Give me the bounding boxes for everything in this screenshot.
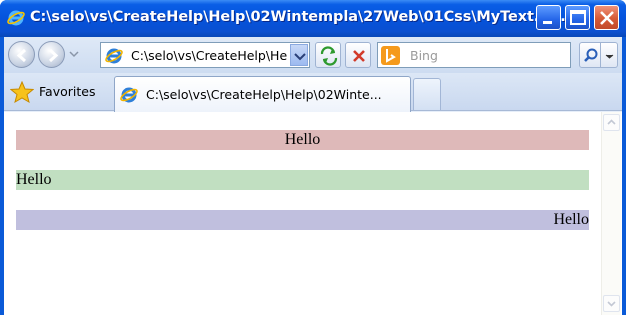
- vertical-scrollbar[interactable]: [601, 112, 621, 315]
- favorites-button[interactable]: Favorites: [8, 80, 108, 104]
- chevron-down-icon: [605, 54, 614, 59]
- favorites-label: Favorites: [39, 84, 96, 99]
- tab-label: C:\selo\vs\CreateHelp\Help\02Winte...: [146, 87, 382, 102]
- chevron-down-icon: [607, 301, 616, 307]
- recent-pages-dropdown[interactable]: [69, 49, 79, 59]
- chevron-down-icon: [294, 53, 306, 61]
- bing-icon: [381, 46, 400, 65]
- scroll-down-button[interactable]: [603, 295, 620, 312]
- tab-active[interactable]: C:\selo\vs\CreateHelp\Help\02Winte...: [114, 76, 411, 112]
- search-button[interactable]: [579, 42, 601, 68]
- new-tab-button[interactable]: [413, 78, 441, 110]
- forward-button[interactable]: [38, 41, 65, 68]
- search-box[interactable]: Bing: [377, 42, 571, 68]
- star-icon: [10, 81, 34, 103]
- back-button[interactable]: [8, 41, 35, 68]
- minimize-icon: [543, 21, 552, 24]
- maximize-button[interactable]: [565, 5, 590, 30]
- search-options-dropdown[interactable]: [601, 42, 618, 68]
- stop-icon: [353, 50, 365, 62]
- hello-right-strip: Hello: [16, 210, 589, 230]
- magnifier-icon: [584, 48, 598, 62]
- search-placeholder[interactable]: Bing: [410, 48, 438, 63]
- ie-icon: [120, 87, 138, 103]
- browser-window: C:\selo\vs\CreateHelp\Help\02Wintempla\2…: [0, 0, 626, 315]
- address-text[interactable]: C:\selo\vs\CreateHelp\He: [131, 48, 289, 63]
- forward-arrow-icon: [48, 48, 59, 63]
- minimize-button[interactable]: [536, 5, 561, 30]
- ie-icon: [7, 10, 25, 26]
- title-bar[interactable]: C:\selo\vs\CreateHelp\Help\02Wintempla\2…: [0, 0, 626, 37]
- tab-bar: Favorites C:\selo\vs\CreateHelp\Help\02W…: [4, 73, 622, 112]
- ie-icon: [105, 48, 123, 64]
- browser-chrome: C:\selo\vs\CreateHelp\He Bing Favorites …: [4, 37, 622, 315]
- page-content: Hello Hello Hello: [4, 112, 622, 315]
- chevron-up-icon: [607, 119, 616, 125]
- close-icon: [600, 11, 614, 25]
- stop-button[interactable]: [345, 42, 371, 68]
- hello-center-strip: Hello: [16, 130, 589, 150]
- address-dropdown-button[interactable]: [290, 44, 308, 66]
- hello-left-strip: Hello: [16, 170, 589, 190]
- scroll-up-button[interactable]: [603, 114, 620, 131]
- refresh-icon: [320, 46, 338, 66]
- refresh-button[interactable]: [315, 42, 341, 68]
- close-button[interactable]: [594, 5, 619, 30]
- back-arrow-icon: [16, 48, 27, 63]
- navigation-bar: C:\selo\vs\CreateHelp\He Bing: [4, 37, 622, 73]
- window-title: C:\selo\vs\CreateHelp\Help\02Wintempla\2…: [30, 9, 566, 25]
- address-bar[interactable]: C:\selo\vs\CreateHelp\He: [100, 42, 310, 68]
- maximize-icon: [570, 10, 586, 25]
